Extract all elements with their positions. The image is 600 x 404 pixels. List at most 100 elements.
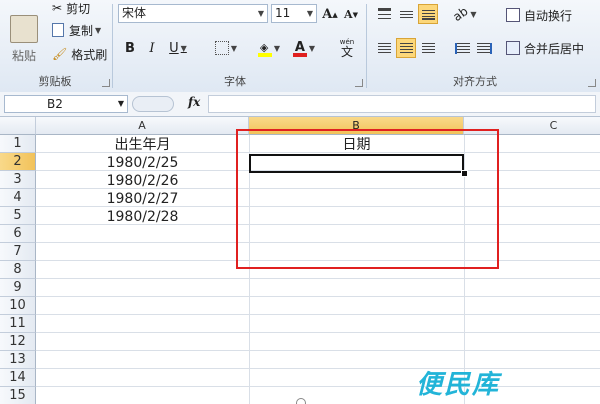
cell-a5[interactable]: 1980/2/28	[36, 208, 249, 226]
underline-button[interactable]: U ▼	[164, 38, 192, 58]
format-painter-icon: 🖌	[52, 47, 68, 61]
row-header-1[interactable]: 1	[0, 135, 36, 153]
formula-bar-splitter[interactable]	[132, 96, 174, 112]
wrap-text-label: 自动换行	[524, 8, 573, 23]
ribbon: 粘贴 ✂ 剪切 复制 ▼ 🖌 格式刷 剪贴板 宋体 ▼ 11 ▼ A ▲ A ▼ B…	[0, 0, 600, 93]
highlight-box	[236, 129, 499, 269]
gridline	[36, 386, 600, 387]
row-header-15[interactable]: 15	[0, 387, 36, 404]
font-launcher-icon[interactable]	[355, 79, 363, 87]
cell-a1[interactable]: 出生年月	[36, 136, 249, 154]
borders-button[interactable]: ▼	[210, 38, 242, 58]
align-middle-icon	[399, 10, 413, 18]
bold-button[interactable]: B	[120, 38, 140, 58]
clipboard-icon	[10, 15, 38, 43]
paste-label: 粘贴	[11, 49, 36, 63]
fill-color-icon: ◈	[257, 41, 272, 57]
row-header-10[interactable]: 10	[0, 297, 36, 315]
align-right-button[interactable]	[418, 38, 438, 58]
chevron-down-icon[interactable]: ▼	[307, 5, 313, 22]
italic-button[interactable]: I	[142, 38, 162, 58]
italic-icon: I	[149, 40, 155, 56]
row-header-12[interactable]: 12	[0, 333, 36, 351]
cell-a2[interactable]: 1980/2/25	[36, 154, 249, 172]
paste-button[interactable]: 粘贴	[4, 4, 44, 64]
grow-font-button[interactable]: A ▲	[320, 4, 340, 24]
orientation-icon: ab	[450, 3, 472, 25]
clipboard-group-label: 剪贴板	[38, 75, 72, 88]
copy-icon	[52, 23, 64, 37]
worksheet[interactable]: A B C 1 2 3 4 5 6 7 8 9 10 11 12 13 14 15 出生年月 日期 1980…	[0, 117, 600, 404]
shrink-font-icon: A	[344, 7, 353, 21]
copy-dropdown-icon[interactable]: ▼	[95, 26, 101, 35]
name-box[interactable]: B2 ▼	[4, 95, 128, 113]
bold-icon: B	[125, 40, 135, 56]
divider	[112, 4, 113, 88]
decrease-indent-button[interactable]	[452, 38, 472, 58]
shrink-font-button[interactable]: A ▼	[341, 4, 361, 24]
row-header-8[interactable]: 8	[0, 261, 36, 279]
font-size-combo[interactable]: 11 ▼	[271, 4, 317, 23]
row-header-6[interactable]: 6	[0, 225, 36, 243]
format-painter-label: 格式刷	[71, 47, 108, 62]
copy-label: 复制	[69, 23, 94, 38]
align-bottom-icon	[421, 8, 435, 20]
fill-color-button[interactable]: ◈ ▼	[252, 38, 286, 58]
row-header-5[interactable]: 5	[0, 207, 36, 225]
gridline	[36, 350, 600, 351]
row-header-2[interactable]: 2	[0, 153, 36, 171]
align-bottom-button[interactable]	[418, 4, 438, 24]
divider	[366, 4, 367, 88]
grow-font-icon: A	[322, 6, 333, 22]
align-right-icon	[421, 42, 435, 54]
wrap-text-button[interactable]: 自动换行	[506, 6, 572, 24]
font-size-value: 11	[275, 6, 291, 20]
row-header-11[interactable]: 11	[0, 315, 36, 333]
gridline	[36, 368, 600, 369]
chevron-down-icon[interactable]: ▼	[118, 96, 124, 112]
format-painter-button[interactable]: 🖌 格式刷	[52, 45, 107, 63]
scissors-icon: ✂	[52, 1, 63, 15]
font-color-button[interactable]: A ▼	[288, 38, 320, 58]
alignment-group-label: 对齐方式	[453, 75, 497, 88]
borders-icon	[214, 41, 229, 55]
merge-center-button[interactable]: 合并后居中	[506, 38, 584, 58]
chevron-down-icon[interactable]: ▼	[258, 5, 264, 22]
gridline	[36, 332, 600, 333]
name-box-value: B2	[47, 97, 63, 111]
cut-label: 剪切	[66, 1, 91, 16]
increase-indent-icon	[476, 42, 492, 54]
row-header-14[interactable]: 14	[0, 369, 36, 387]
font-name-combo[interactable]: 宋体 ▼	[118, 4, 268, 23]
align-left-button[interactable]	[374, 38, 394, 58]
row-header-9[interactable]: 9	[0, 279, 36, 297]
formula-bar: B2 ▼ fx	[0, 92, 600, 117]
column-header-a[interactable]: A	[36, 117, 249, 135]
horizontal-scrollbar-thumb[interactable]	[296, 398, 306, 404]
function-icon[interactable]: fx	[188, 95, 200, 109]
cut-button[interactable]: ✂ 剪切	[52, 0, 90, 16]
align-center-button[interactable]	[396, 38, 416, 58]
merge-center-icon	[506, 41, 520, 55]
cell-a4[interactable]: 1980/2/27	[36, 190, 249, 208]
cell-a3[interactable]: 1980/2/26	[36, 172, 249, 190]
alignment-launcher-icon[interactable]	[588, 79, 596, 87]
row-header-13[interactable]: 13	[0, 351, 36, 369]
select-all-corner[interactable]	[0, 117, 36, 135]
orientation-button[interactable]: ab ▼	[450, 4, 480, 24]
increase-indent-button[interactable]	[474, 38, 494, 58]
row-header-3[interactable]: 3	[0, 171, 36, 189]
phonetic-icon: 文	[340, 44, 353, 59]
clipboard-launcher-icon[interactable]	[102, 79, 110, 87]
copy-button[interactable]: 复制 ▼	[52, 21, 101, 39]
align-top-button[interactable]	[374, 4, 394, 24]
watermark-logo: 便民库	[416, 370, 501, 400]
row-header-4[interactable]: 4	[0, 189, 36, 207]
row-header-7[interactable]: 7	[0, 243, 36, 261]
align-middle-button[interactable]	[396, 4, 416, 24]
decrease-indent-icon	[454, 42, 470, 54]
phonetic-button[interactable]: wén 文	[330, 38, 364, 58]
align-top-icon	[377, 8, 391, 20]
merge-center-label: 合并后居中	[524, 41, 585, 56]
formula-input[interactable]	[208, 95, 596, 113]
